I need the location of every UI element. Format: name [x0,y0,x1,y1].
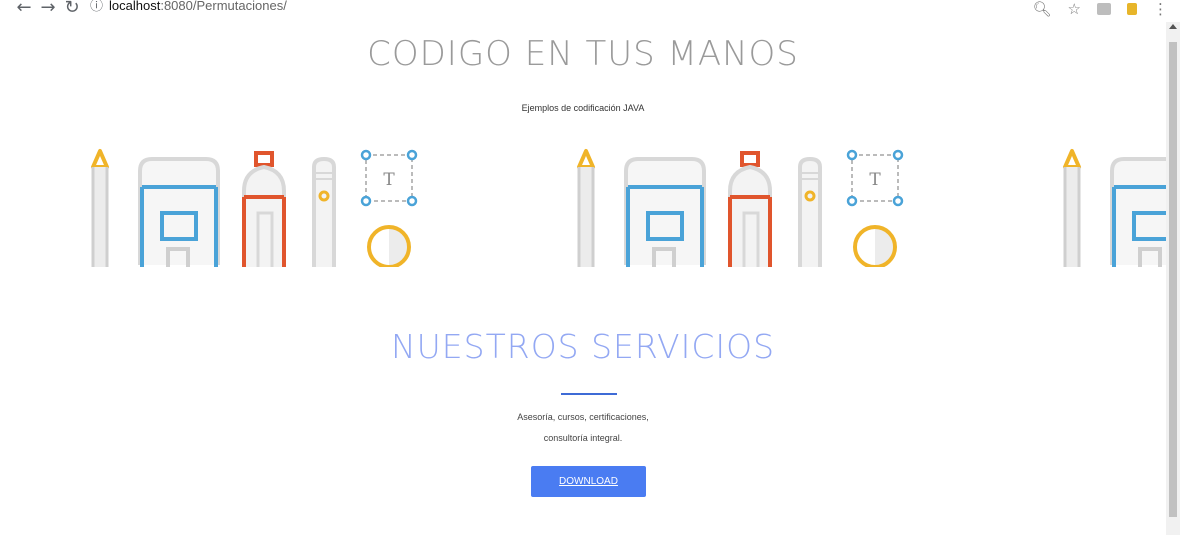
reload-icon[interactable]: ↻ [62,0,82,18]
url-port: :8080 [160,0,193,13]
illustration-tile-2 [577,149,904,267]
extension-icon-2[interactable] [1127,3,1137,15]
text-tool-letter-2: T [869,170,881,190]
forward-arrow-icon[interactable]: → [38,0,58,18]
page-scrollbar[interactable] [1166,22,1180,535]
zoom-icon[interactable]: 🔍︎ [1033,2,1052,17]
scroll-thumb[interactable] [1169,42,1177,517]
page-subtitle: Ejemplos de codificación JAVA [521,103,645,113]
url-host: localhost [109,0,161,13]
extension-icon[interactable] [1097,3,1111,15]
services-title: NUESTROS SERVICIOS [390,327,776,366]
browser-toolbar: ← → ↻ ⓘ localhost:8080/Permutaciones/ 🔍︎ … [0,0,1180,22]
services-description-line1: Asesoría, cursos, certificaciones, [517,412,649,422]
page-title: CODIGO EN TUS MANOS [367,34,799,74]
download-button[interactable]: DOWNLOAD [531,466,646,497]
scroll-up-arrow-icon[interactable] [1169,24,1177,29]
address-bar[interactable]: ⓘ localhost:8080/Permutaciones/ [90,0,1030,20]
illustration-tile-3 [1063,149,1166,267]
bookmark-star-icon[interactable]: ☆ [1068,2,1081,17]
header-illustration: T T [88,145,1166,267]
services-description-line2: consultoría integral. [543,433,623,443]
info-icon[interactable]: ⓘ [90,0,103,13]
back-arrow-icon[interactable]: ← [14,0,34,18]
text-tool-letter: T [383,170,395,190]
tools-illustration: T T [91,149,1166,267]
url-path: /Permutaciones/ [192,0,287,13]
illustration-tile-1 [91,149,418,267]
menu-kebab-icon[interactable]: ⋮ [1153,2,1168,17]
services-divider [561,393,617,395]
